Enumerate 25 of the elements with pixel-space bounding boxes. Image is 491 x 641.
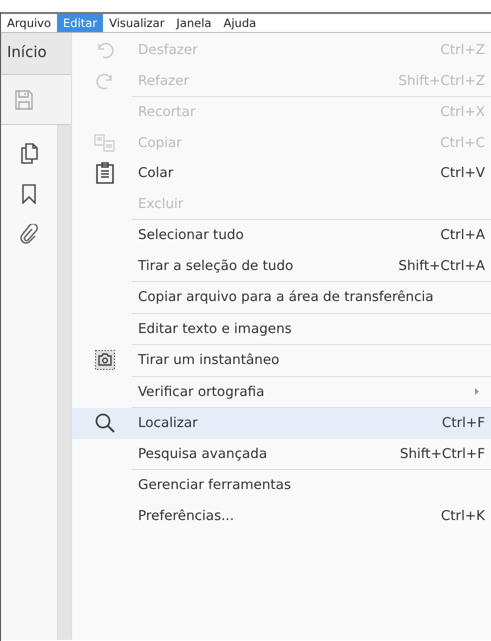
menu-item[interactable]: Verificar ortografia (72, 376, 491, 407)
menu-bar-item[interactable]: Arquivo (1, 14, 58, 32)
menu-item[interactable]: Gerenciar ferramentas (72, 470, 491, 500)
redo-arrow-icon (96, 72, 114, 90)
menu-item[interactable]: Editar texto e imagens (72, 314, 491, 344)
menu-item[interactable]: Selecionar tudo Ctrl+A (72, 220, 491, 250)
menu-bar-item[interactable]: Visualizar (103, 14, 170, 32)
camera-icon (95, 350, 115, 370)
bookmark-icon[interactable] (22, 184, 36, 204)
menu-item[interactable]: Colar Ctrl+V (72, 158, 491, 188)
pages-icon[interactable] (20, 143, 38, 164)
menu-item[interactable]: Copiar arquivo para a área de transferência (72, 282, 491, 312)
menu-bar-item[interactable]: Ajuda (217, 14, 262, 32)
menu-item[interactable]: Preferências... Ctrl+K (72, 500, 491, 531)
menu-item[interactable]: Localizar Ctrl+F (72, 408, 491, 438)
search-icon (95, 413, 115, 434)
menu-bar-item[interactable]: Janela (170, 14, 218, 32)
copy-icon (94, 134, 116, 152)
menu-item[interactable]: Pesquisa avançada Shift+Ctrl+F (72, 438, 491, 469)
home-tab[interactable]: Início (1, 33, 71, 75)
menu-item[interactable]: Tirar a seleção de tudo Shift+Ctrl+A (72, 250, 491, 281)
clipboard-icon (96, 162, 114, 184)
undo-arrow-icon (96, 41, 114, 60)
paperclip-icon[interactable] (20, 224, 38, 244)
menu-item[interactable]: Tirar um instantâneo (72, 345, 491, 376)
